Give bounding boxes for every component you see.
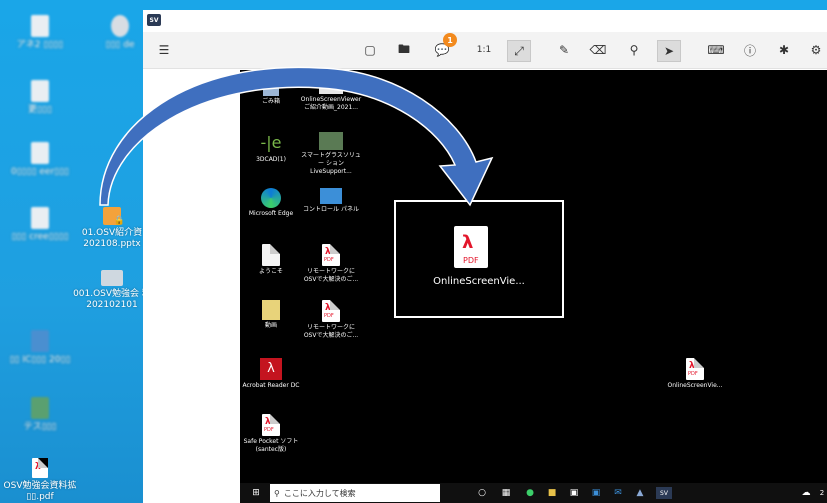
drag-arrow — [99, 66, 494, 207]
arrow-body — [99, 66, 494, 207]
